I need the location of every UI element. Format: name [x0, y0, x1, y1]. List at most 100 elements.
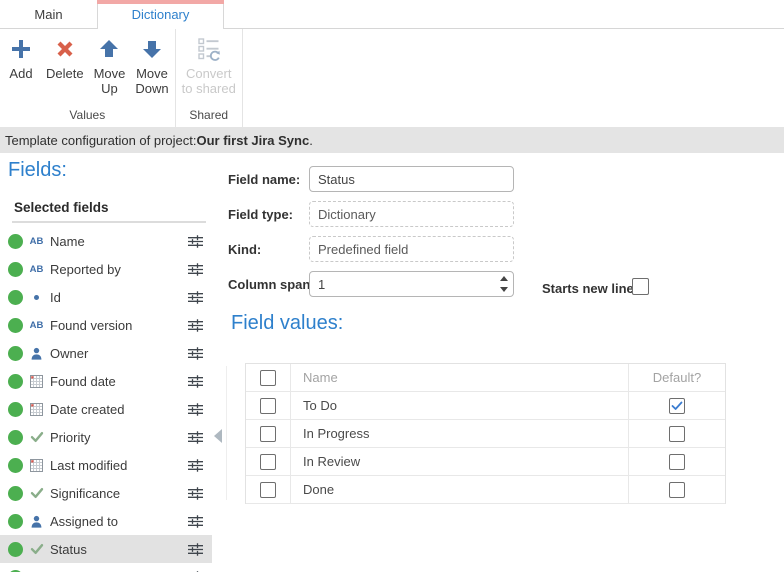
value-name-cell: In Progress	[291, 420, 629, 447]
list-item-label: Assigned to	[50, 514, 187, 529]
sliders-icon[interactable]	[187, 347, 204, 360]
list-item-label: Status	[50, 542, 187, 557]
field-enabled-dot	[8, 234, 23, 249]
dictionary-config-window: Main Dictionary AddDeleteMove UpMove Dow…	[0, 0, 784, 572]
tab-dictionary[interactable]: Dictionary	[97, 0, 224, 29]
arrow-down-icon	[139, 36, 165, 62]
banner-suffix: .	[309, 133, 313, 148]
value-name-cell: Done	[291, 476, 629, 503]
delete-button[interactable]: Delete	[41, 29, 89, 83]
tab-main[interactable]: Main	[0, 0, 97, 29]
default-checkbox[interactable]	[669, 426, 685, 442]
convert-to-shared-button[interactable]: Convert to shared	[177, 29, 241, 98]
sliders-icon[interactable]	[187, 431, 204, 444]
person-icon	[28, 347, 45, 360]
kind-input	[309, 236, 514, 262]
field-enabled-dot	[8, 402, 23, 417]
column-span-spinner[interactable]	[498, 276, 510, 292]
arrow-up-icon	[96, 36, 122, 62]
list-item-label: Significance	[50, 486, 187, 501]
table-row[interactable]: To Do	[246, 392, 725, 420]
starts-new-line-label: Starts new line:	[542, 281, 638, 296]
check-icon	[28, 431, 45, 443]
select-all-checkbox[interactable]	[260, 370, 276, 386]
list-item-label: Reported by	[50, 262, 187, 277]
field-enabled-dot	[8, 430, 23, 445]
sliders-icon[interactable]	[187, 319, 204, 332]
default-checkbox[interactable]	[669, 482, 685, 498]
selected-fields-underline	[12, 221, 206, 223]
table-cell	[629, 448, 725, 475]
list-item[interactable]: Date created	[0, 395, 212, 423]
ribbon: AddDeleteMove UpMove DownValuesConvert t…	[0, 29, 784, 127]
field-enabled-dot	[8, 318, 23, 333]
table-row[interactable]: Done	[246, 476, 725, 504]
ribbon-group-buttons: Convert to shared	[177, 29, 241, 107]
field-values-heading: Field values:	[231, 312, 343, 335]
field-enabled-dot	[8, 262, 23, 277]
move-up-button[interactable]: Move Up	[89, 29, 131, 98]
list-item[interactable]: ABName	[0, 227, 212, 255]
field-values-table: NameDefault?To DoIn ProgressIn ReviewDon…	[245, 363, 726, 504]
list-item-label: Priority	[50, 430, 187, 445]
move-down-button[interactable]: Move Down	[130, 29, 173, 98]
sliders-icon[interactable]	[187, 459, 204, 472]
row-select-checkbox[interactable]	[260, 454, 276, 470]
list-item[interactable]: Last modified	[0, 451, 212, 479]
sliders-icon[interactable]	[187, 375, 204, 388]
row-select-checkbox[interactable]	[260, 398, 276, 414]
field-name-input[interactable]	[309, 166, 514, 192]
add-button[interactable]: Add	[1, 29, 41, 83]
text-ab-icon: AB	[28, 236, 45, 247]
person-icon	[28, 515, 45, 528]
spinner-up-icon[interactable]	[500, 276, 508, 281]
table-cell	[246, 364, 291, 391]
table-row[interactable]: In Progress	[246, 420, 725, 448]
field-name-label: Field name:	[228, 172, 300, 187]
sliders-icon[interactable]	[187, 403, 204, 416]
list-item[interactable]: Status	[0, 535, 212, 563]
sliders-icon[interactable]	[187, 235, 204, 248]
list-item-label: Owner	[50, 346, 187, 361]
default-checkbox[interactable]	[669, 398, 685, 414]
starts-new-line-checkbox[interactable]	[632, 278, 649, 295]
collapse-panel-arrow-icon[interactable]	[214, 429, 222, 443]
list-item[interactable]: AB Reported by	[0, 255, 212, 283]
field-type-label: Field type:	[228, 207, 293, 222]
list-item-label: Id	[50, 290, 187, 305]
list-item[interactable]: ABImplemented in	[0, 563, 212, 572]
list-item[interactable]: Id	[0, 283, 212, 311]
column-span-input[interactable]	[309, 271, 514, 297]
field-enabled-dot	[8, 374, 23, 389]
field-enabled-dot	[8, 458, 23, 473]
sliders-icon[interactable]	[187, 543, 204, 556]
list-item[interactable]: Significance	[0, 479, 212, 507]
sliders-icon[interactable]	[187, 487, 204, 500]
panel-splitter[interactable]	[226, 366, 227, 500]
column-span-label: Column span:	[228, 277, 315, 292]
table-cell	[246, 392, 291, 419]
row-select-checkbox[interactable]	[260, 426, 276, 442]
kind-label: Kind:	[228, 242, 261, 257]
ribbon-group-shared: Convert to sharedShared	[176, 29, 243, 127]
ribbon-group-values: AddDeleteMove UpMove DownValues	[0, 29, 176, 127]
list-item[interactable]: Priority	[0, 423, 212, 451]
convert-to-shared-icon	[196, 36, 222, 62]
sliders-icon[interactable]	[187, 263, 204, 276]
list-item[interactable]: Owner	[0, 339, 212, 367]
field-enabled-dot	[8, 486, 23, 501]
list-item[interactable]: Assigned to	[0, 507, 212, 535]
sliders-icon[interactable]	[187, 515, 204, 528]
text-ab-icon: AB	[28, 264, 45, 275]
table-row[interactable]: In Review	[246, 448, 725, 476]
row-select-checkbox[interactable]	[260, 482, 276, 498]
list-item[interactable]: Found date	[0, 367, 212, 395]
selected-fields-list: ABNameABReported byIdABFound versionOwne…	[0, 227, 212, 572]
sliders-icon[interactable]	[187, 291, 204, 304]
field-enabled-dot	[8, 346, 23, 361]
field-enabled-dot	[8, 514, 23, 529]
spinner-down-icon[interactable]	[500, 287, 508, 292]
list-item[interactable]: ABFound version	[0, 311, 212, 339]
default-checkbox[interactable]	[669, 454, 685, 470]
table-cell	[246, 476, 291, 503]
